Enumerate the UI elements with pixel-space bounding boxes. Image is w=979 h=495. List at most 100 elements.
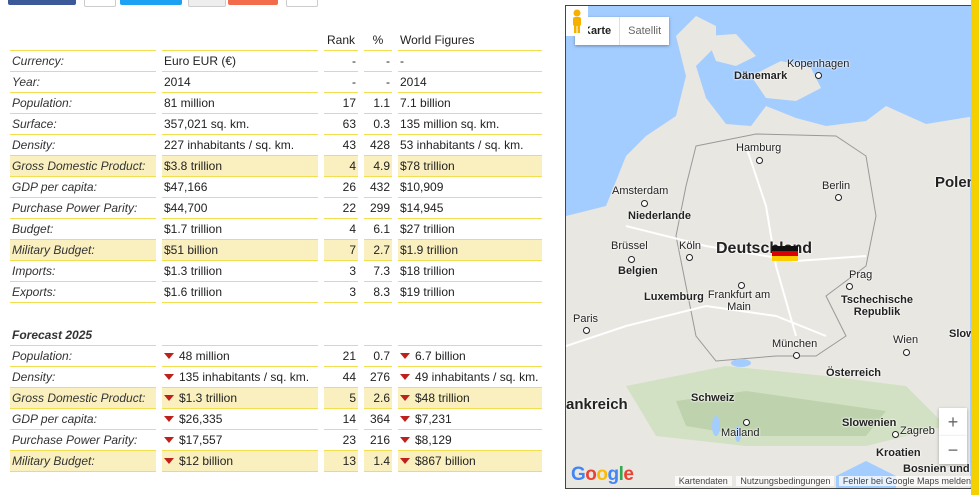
- map-data-link[interactable]: Kartendaten: [674, 476, 732, 486]
- share-button[interactable]: [84, 0, 116, 7]
- pegman-icon[interactable]: [566, 6, 588, 36]
- twitter-share-button[interactable]: [120, 0, 182, 5]
- row-value: 2014: [162, 72, 318, 93]
- map-city-dot: [903, 349, 910, 356]
- row-value: $17,557: [179, 433, 223, 447]
- row-label: Military Budget:: [10, 451, 156, 472]
- share-count-button[interactable]: [188, 0, 226, 7]
- map-label-koeln: Köln: [679, 240, 702, 252]
- table-row: GDP per capita: $26,335 14 364 $7,231: [10, 409, 542, 430]
- table-row: Military Budget: $12 billion 13 1.4 $867 bil…: [10, 451, 542, 472]
- row-label: GDP per capita:: [10, 177, 156, 198]
- row-value-cell: $17,557: [162, 430, 318, 451]
- down-arrow-icon: [400, 395, 410, 401]
- row-world-cell: 49 inhabitants / sq. km.: [398, 367, 542, 388]
- map-city-dot: [583, 327, 590, 334]
- map-label-luxemburg: Luxemburg: [644, 291, 704, 303]
- down-arrow-icon: [164, 458, 174, 464]
- map-city-dot: [756, 157, 763, 164]
- forecast-header-cell: [324, 325, 358, 346]
- row-value: $1.7 trillion: [162, 219, 318, 240]
- row-rank: -: [324, 51, 358, 72]
- row-rank: 3: [324, 261, 358, 282]
- table-row: Density: 135 inhabitants / sq. km. 44 276 49…: [10, 367, 542, 388]
- down-arrow-icon: [400, 458, 410, 464]
- row-pct: 276: [364, 367, 392, 388]
- table-row: Purchase Power Parity: $17,557 23 216 $8,129: [10, 430, 542, 451]
- down-arrow-icon: [164, 374, 174, 380]
- row-pct: -: [364, 51, 392, 72]
- share-buttons-bar: [0, 0, 330, 7]
- map-label-daenemark: Dänemark: [734, 70, 788, 82]
- spacer-cell: [364, 303, 392, 325]
- map-label-muenchen: München: [772, 338, 818, 350]
- row-value: 81 million: [162, 93, 318, 114]
- row-rank: 3: [324, 282, 358, 303]
- map-type-control: Karte Satellit: [575, 17, 670, 45]
- map-type-satellit[interactable]: Satellit: [620, 17, 669, 45]
- row-label: Exports:: [10, 282, 156, 303]
- table-row: Currency: Euro EUR (€) - - -: [10, 51, 542, 72]
- row-world-cell: $867 billion: [398, 451, 542, 472]
- map-city-dot: [738, 282, 745, 289]
- map-label-belgien: Belgien: [618, 265, 658, 277]
- row-label: Purchase Power Parity:: [10, 430, 156, 451]
- forecast-header-row: Forecast 2025: [10, 325, 542, 346]
- down-arrow-icon: [164, 395, 174, 401]
- down-arrow-icon: [164, 437, 174, 443]
- row-pct: 2.6: [364, 388, 392, 409]
- row-label: Surface:: [10, 114, 156, 135]
- map-label-prag: Prag: [849, 269, 873, 281]
- row-rank: 44: [324, 367, 358, 388]
- row-world-cell: 6.7 billion: [398, 346, 542, 367]
- facebook-share-button[interactable]: [8, 0, 76, 5]
- row-value: $1.6 trillion: [162, 282, 318, 303]
- map-city-dot: [835, 194, 842, 201]
- map-label-mailand: Mailand: [721, 427, 760, 439]
- map-label-oesterreich: Österreich: [826, 367, 882, 379]
- header-rank: Rank: [324, 30, 358, 51]
- map-label-niederlande: Niederlande: [628, 210, 691, 222]
- report-error-link[interactable]: Fehler bei Google Maps melden: [838, 476, 975, 486]
- row-pct: 0.7: [364, 346, 392, 367]
- row-pct: 432: [364, 177, 392, 198]
- map-label-hamburg: Hamburg: [736, 142, 782, 154]
- header-blank: [10, 30, 156, 51]
- map-label-paris: Paris: [573, 313, 599, 325]
- google-share-button[interactable]: [228, 0, 278, 5]
- row-value: $47,166: [162, 177, 318, 198]
- row-rank: 5: [324, 388, 358, 409]
- row-label: Gross Domestic Product:: [10, 388, 156, 409]
- row-pct: 364: [364, 409, 392, 430]
- zoom-out-button[interactable]: −: [939, 436, 967, 464]
- row-rank: 13: [324, 451, 358, 472]
- map-label-kroatien: Kroatien: [876, 447, 921, 459]
- down-arrow-icon: [164, 416, 174, 422]
- germany-flag-icon: [772, 246, 798, 261]
- row-world: 135 million sq. km.: [398, 114, 542, 135]
- map-widget[interactable]: Karte Satellit Kopenhagen Dänemark Hambu…: [565, 5, 976, 489]
- row-value: $26,335: [179, 412, 223, 426]
- table-row: GDP per capita: $47,166 26 432 $10,909: [10, 177, 542, 198]
- table-header-row: Rank% World Figures: [10, 30, 542, 51]
- row-world: $867 billion: [415, 454, 476, 468]
- row-rank: -: [324, 72, 358, 93]
- down-arrow-icon: [400, 416, 410, 422]
- row-value-cell: $12 billion: [162, 451, 318, 472]
- row-label: Year:: [10, 72, 156, 93]
- terms-link[interactable]: Nutzungsbedingungen: [736, 476, 835, 486]
- row-label: Population:: [10, 346, 156, 367]
- row-value-cell: $26,335: [162, 409, 318, 430]
- zoom-in-button[interactable]: +: [939, 408, 967, 436]
- map-label-berlin: Berlin: [822, 180, 851, 192]
- map-label-kopenhagen: Kopenhagen: [787, 58, 850, 70]
- row-rank: 14: [324, 409, 358, 430]
- map-label-amsterdam: Amsterdam: [612, 185, 669, 197]
- row-label: Military Budget:: [10, 240, 156, 261]
- more-share-button[interactable]: [286, 0, 318, 7]
- row-value: 135 inhabitants / sq. km.: [179, 370, 310, 384]
- table-row: Population: 48 million 21 0.7 6.7 billion: [10, 346, 542, 367]
- row-rank: 22: [324, 198, 358, 219]
- row-value: 227 inhabitants / sq. km.: [162, 135, 318, 156]
- row-world: $10,909: [398, 177, 542, 198]
